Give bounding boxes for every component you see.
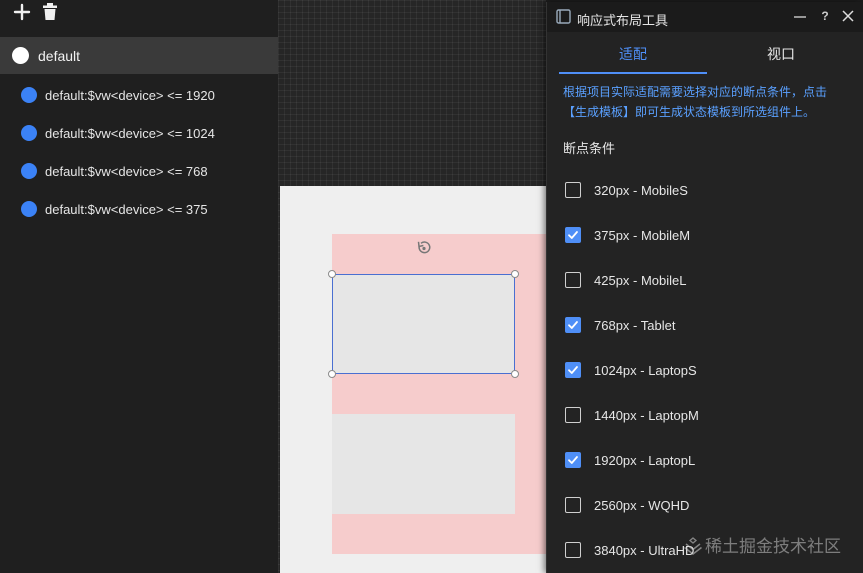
breakpoint-option[interactable]: 1024px - LaptopS [565, 358, 845, 382]
resize-handle-top-right[interactable] [511, 270, 519, 278]
checkmark-icon [568, 456, 578, 464]
checkmark-icon [568, 321, 578, 329]
state-dot-icon [21, 201, 37, 217]
breakpoint-option[interactable]: 1440px - LaptopM [565, 403, 845, 427]
state-label: default:$vw<device> <= 768 [45, 163, 208, 179]
state-panel: default default:$vw<device> <= 1920 defa… [0, 0, 278, 573]
breakpoint-option[interactable]: 425px - MobileL [565, 268, 845, 292]
minimize-icon [794, 16, 806, 18]
breakpoint-label: 768px - Tablet [594, 317, 676, 333]
breakpoint-checkbox[interactable] [565, 362, 581, 378]
minimize-button[interactable] [791, 7, 809, 25]
breakpoint-label: 1024px - LaptopS [594, 362, 697, 378]
design-canvas[interactable] [278, 0, 546, 573]
state-item-375[interactable]: default:$vw<device> <= 375 [0, 190, 278, 228]
dialog-header[interactable]: 响应式布局工具 ? [547, 2, 863, 32]
delete-state-button[interactable] [40, 1, 60, 23]
state-item-default[interactable]: default [0, 37, 278, 74]
state-label: default:$vw<device> <= 1024 [45, 125, 215, 141]
breakpoint-checkbox[interactable] [565, 542, 581, 558]
trash-icon [43, 3, 57, 20]
container-component[interactable] [328, 234, 546, 554]
breakpoint-checkbox[interactable] [565, 182, 581, 198]
breakpoint-label: 1920px - LaptopL [594, 452, 696, 468]
artboard[interactable] [280, 186, 546, 573]
breakpoint-option[interactable]: 375px - MobileM [565, 223, 845, 247]
juejin-logo-icon [684, 536, 702, 555]
state-item-1920[interactable]: default:$vw<device> <= 1920 [0, 76, 278, 114]
state-label: default:$vw<device> <= 375 [45, 201, 208, 217]
close-icon [842, 10, 854, 22]
state-toolbar [0, 0, 278, 30]
tab-viewport[interactable]: 视口 [707, 32, 855, 74]
layout-tool-icon [556, 9, 571, 24]
breakpoint-checkbox[interactable] [565, 452, 581, 468]
watermark-text: 稀土掘金技术社区 [705, 537, 841, 556]
help-button[interactable]: ? [816, 7, 834, 25]
responsive-layout-dialog: 响应式布局工具 ? 适配 视口 根据项目实际适配需要选择对应的断点条件，点击【生… [546, 2, 863, 573]
breakpoint-option[interactable]: 2560px - WQHD [565, 493, 845, 517]
state-item-768[interactable]: default:$vw<device> <= 768 [0, 152, 278, 190]
state-item-1024[interactable]: default:$vw<device> <= 1024 [0, 114, 278, 152]
breakpoint-label: 375px - MobileM [594, 227, 691, 243]
rotate-icon[interactable] [416, 240, 432, 256]
checkmark-icon [568, 366, 578, 374]
breakpoint-checkbox[interactable] [565, 497, 581, 513]
breakpoint-checkbox[interactable] [565, 407, 581, 423]
breakpoint-option[interactable]: 1920px - LaptopL [565, 448, 845, 472]
state-dot-icon [12, 47, 29, 64]
breakpoint-option[interactable]: 768px - Tablet [565, 313, 845, 337]
state-dot-icon [21, 87, 37, 103]
breakpoint-label: 425px - MobileL [594, 272, 687, 288]
state-label: default:$vw<device> <= 1920 [45, 87, 215, 103]
hint-text: 根据项目实际适配需要选择对应的断点条件，点击【生成模板】即可生成状态模板到所选组… [563, 85, 828, 119]
breakpoint-checkbox[interactable] [565, 317, 581, 333]
state-label: default [38, 47, 81, 64]
breakpoint-checkbox[interactable] [565, 227, 581, 243]
section-title: 断点条件 [563, 141, 616, 156]
breakpoint-label: 2560px - WQHD [594, 497, 690, 513]
checkmark-icon [568, 231, 578, 239]
breakpoint-label: 3840px - UltraHD [594, 542, 695, 558]
state-dot-icon [21, 125, 37, 141]
add-state-button[interactable] [12, 1, 32, 23]
box-component[interactable] [332, 414, 515, 514]
resize-handle-bottom-left[interactable] [328, 370, 336, 378]
resize-handle-bottom-right[interactable] [511, 370, 519, 378]
dialog-title: 响应式布局工具 [577, 13, 669, 28]
close-button[interactable] [839, 7, 857, 25]
breakpoint-label: 1440px - LaptopM [594, 407, 699, 423]
resize-handle-top-left[interactable] [328, 270, 336, 278]
plus-icon [13, 3, 31, 21]
breakpoint-label: 320px - MobileS [594, 182, 688, 198]
watermark: 稀土掘金技术社区 [683, 532, 841, 557]
breakpoint-option[interactable]: 320px - MobileS [565, 178, 845, 202]
tab-fit[interactable]: 适配 [559, 32, 707, 74]
state-dot-icon [21, 163, 37, 179]
selected-box-component[interactable] [328, 270, 519, 378]
breakpoint-checkbox[interactable] [565, 272, 581, 288]
dialog-tabs: 适配 视口 [547, 32, 863, 74]
